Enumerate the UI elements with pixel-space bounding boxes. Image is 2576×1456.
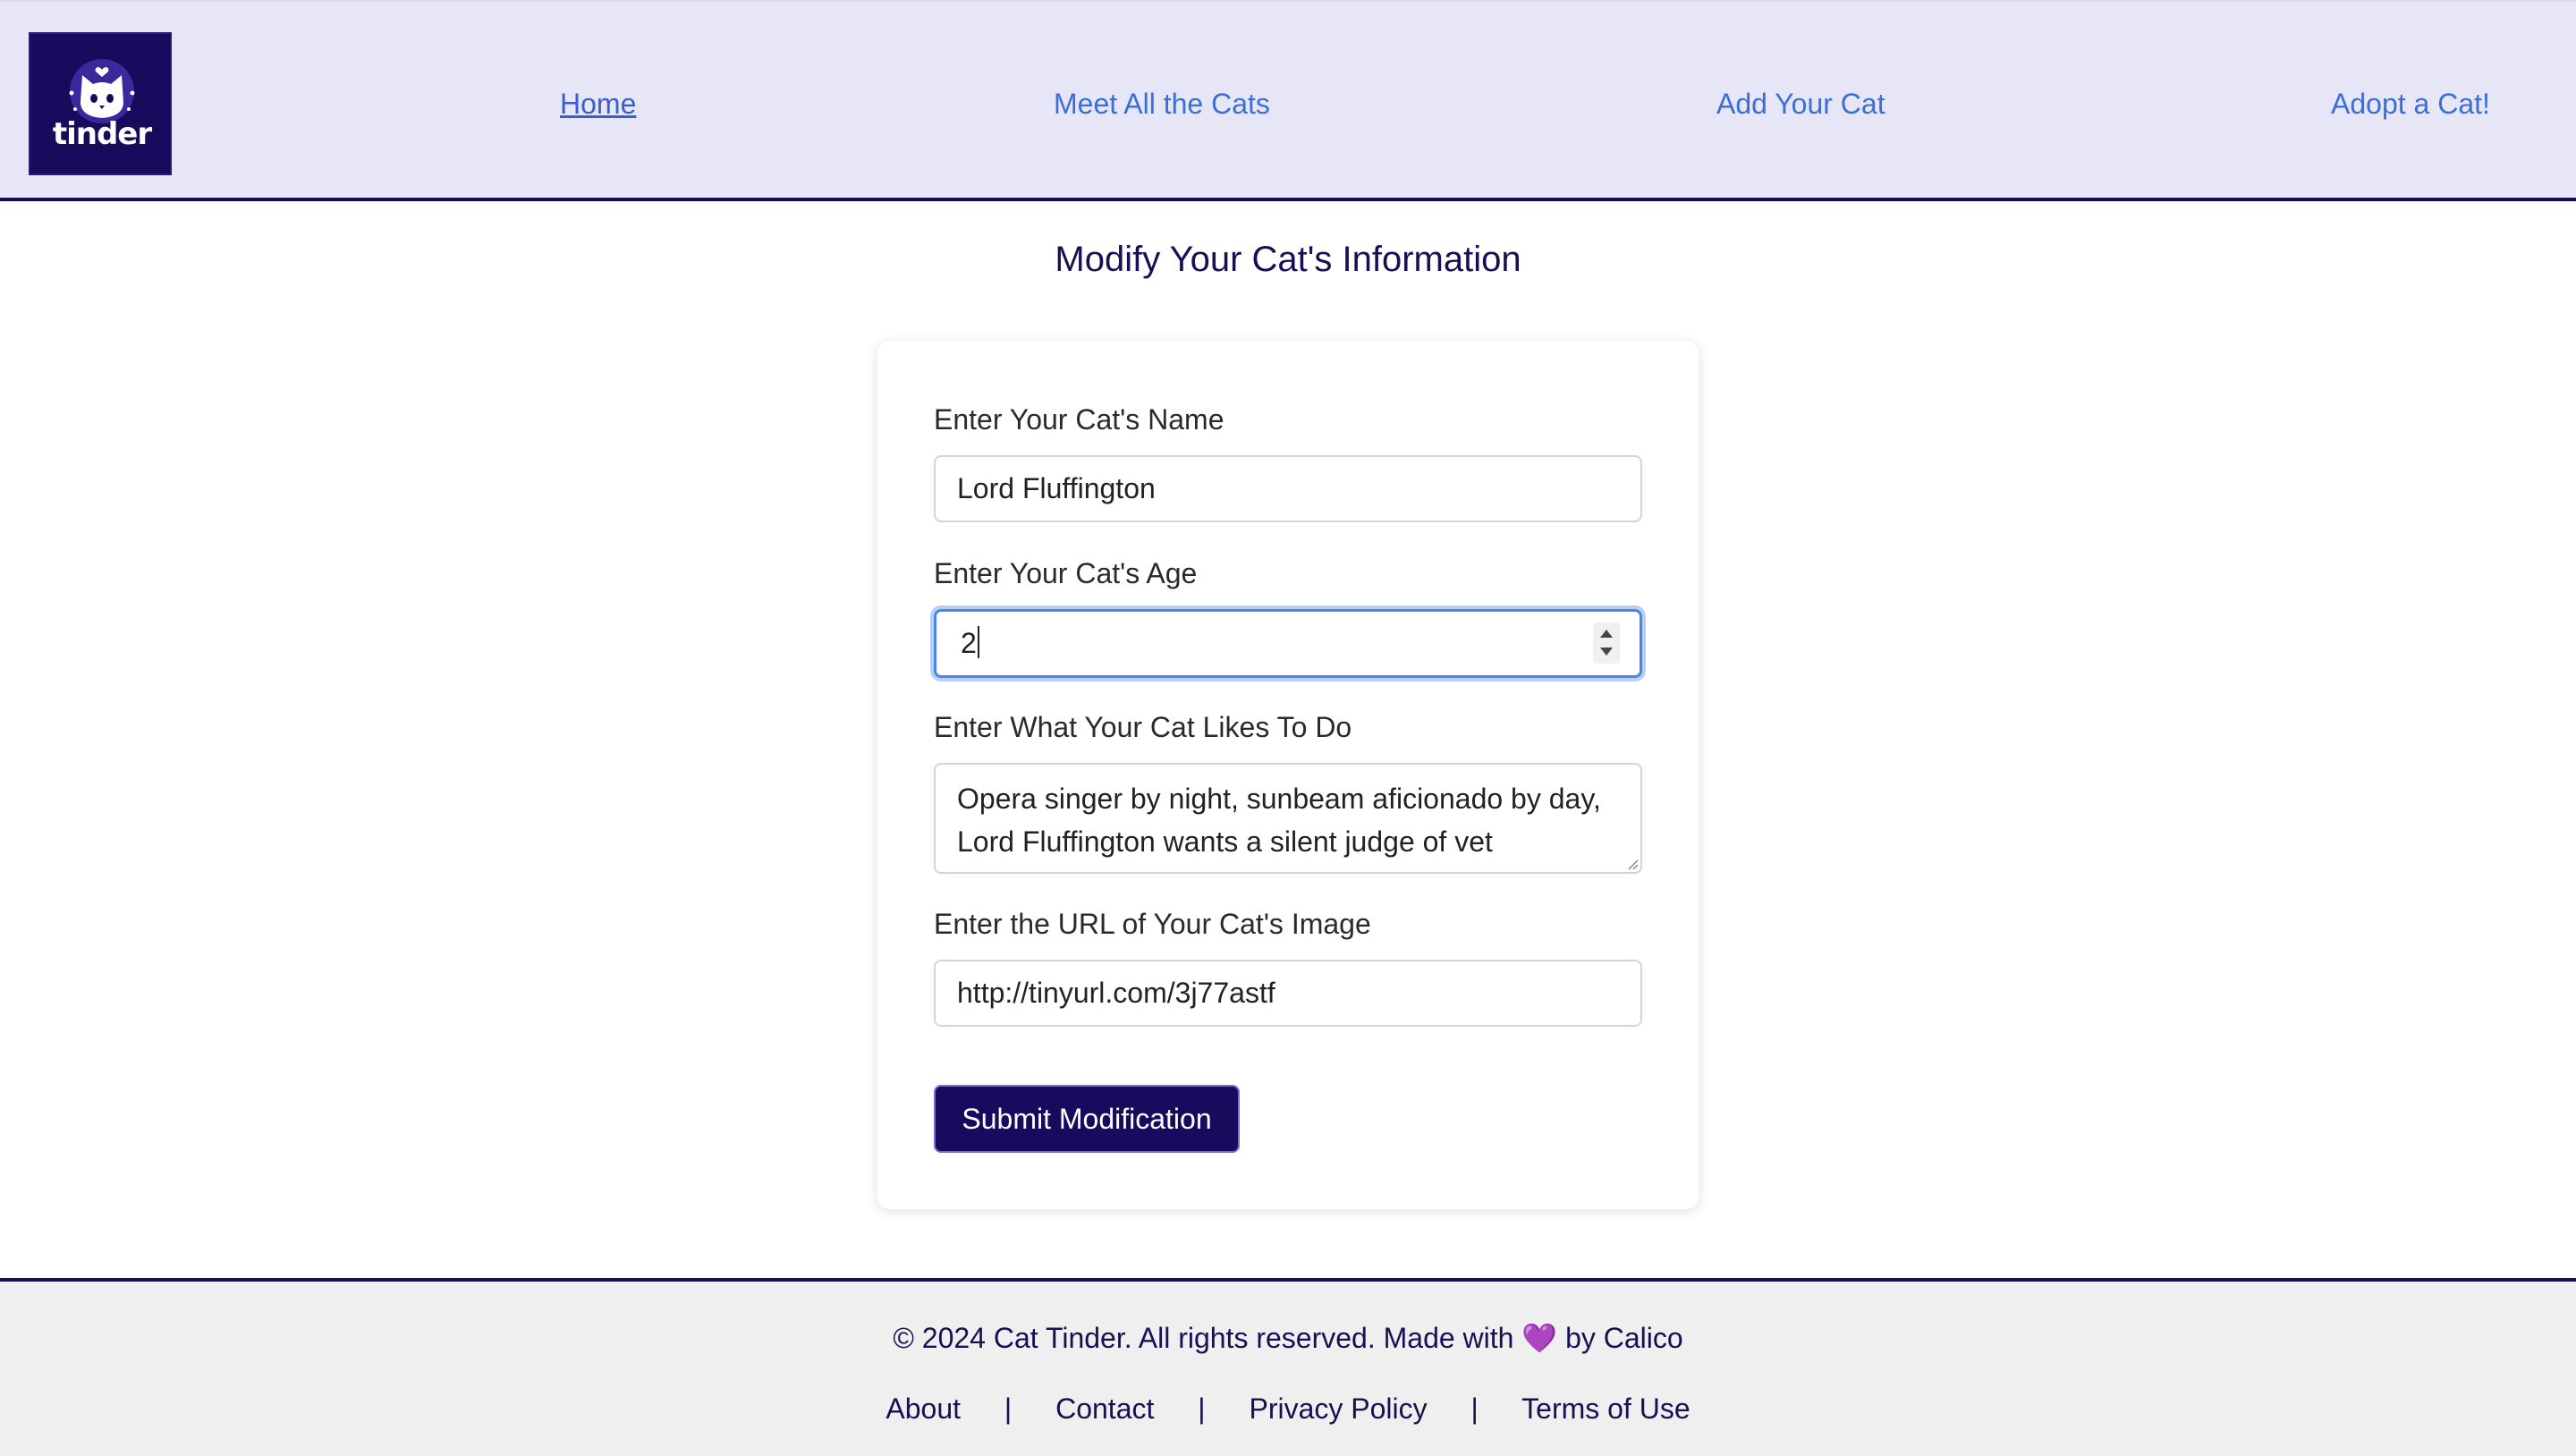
likes-text: Opera singer by night, sunbeam aficionad… <box>957 783 1601 858</box>
text-caret <box>977 626 979 658</box>
footer-terms-link[interactable]: Terms of Use <box>1521 1393 1690 1425</box>
stepper-up-icon[interactable] <box>1600 630 1613 638</box>
copyright-text: © 2024 Cat Tinder. All rights reserved. … <box>0 1321 2576 1355</box>
footer-about-link[interactable]: About <box>886 1393 961 1425</box>
footer-contact-link[interactable]: Contact <box>1055 1393 1154 1425</box>
cat-name-input[interactable] <box>934 455 1642 522</box>
resize-handle-icon[interactable] <box>1626 858 1639 870</box>
site-header: tinder Home Meet All the Cats Add Your C… <box>0 0 2576 201</box>
modify-cat-form: Enter Your Cat's Name Enter Your Cat's A… <box>877 341 1699 1209</box>
logo-text: tinder <box>52 116 152 152</box>
nav-adopt-link[interactable]: Adopt a Cat! <box>2331 88 2490 121</box>
likes-label: Enter What Your Cat Likes To Do <box>934 711 1352 743</box>
cat-likes-textarea[interactable]: Opera singer by night, sunbeam aficionad… <box>934 763 1642 874</box>
name-label: Enter Your Cat's Name <box>934 403 1224 436</box>
age-label: Enter Your Cat's Age <box>934 557 1198 589</box>
heart-icon: 💜 <box>1521 1322 1558 1354</box>
cat-heart-icon <box>69 59 135 123</box>
nav-meet-cats-link[interactable]: Meet All the Cats <box>1054 88 1270 121</box>
cat-image-url-input[interactable] <box>934 960 1642 1027</box>
cat-age-input[interactable]: 2 <box>934 609 1642 678</box>
age-stepper[interactable] <box>1593 622 1620 664</box>
submit-modification-button[interactable]: Submit Modification <box>934 1085 1240 1153</box>
copyright-suffix: by Calico <box>1565 1322 1683 1354</box>
nav-home-link[interactable]: Home <box>560 88 636 121</box>
copyright-prefix: © 2024 Cat Tinder. All rights reserved. … <box>893 1322 1514 1354</box>
image-url-label: Enter the URL of Your Cat's Image <box>934 908 1371 940</box>
tinder-logo[interactable]: tinder <box>29 32 172 175</box>
footer-links: About | Contact | Privacy Policy | Terms… <box>0 1393 2576 1426</box>
site-footer: © 2024 Cat Tinder. All rights reserved. … <box>0 1278 2576 1456</box>
footer-separator: | <box>1004 1393 1013 1425</box>
stepper-down-icon[interactable] <box>1600 648 1613 656</box>
nav-add-cat-link[interactable]: Add Your Cat <box>1716 88 1885 121</box>
age-value-text: 2 <box>961 627 977 659</box>
footer-separator: | <box>1198 1393 1206 1425</box>
footer-privacy-link[interactable]: Privacy Policy <box>1249 1393 1427 1425</box>
page-title: Modify Your Cat's Information <box>1055 240 1521 279</box>
footer-separator: | <box>1470 1393 1479 1425</box>
